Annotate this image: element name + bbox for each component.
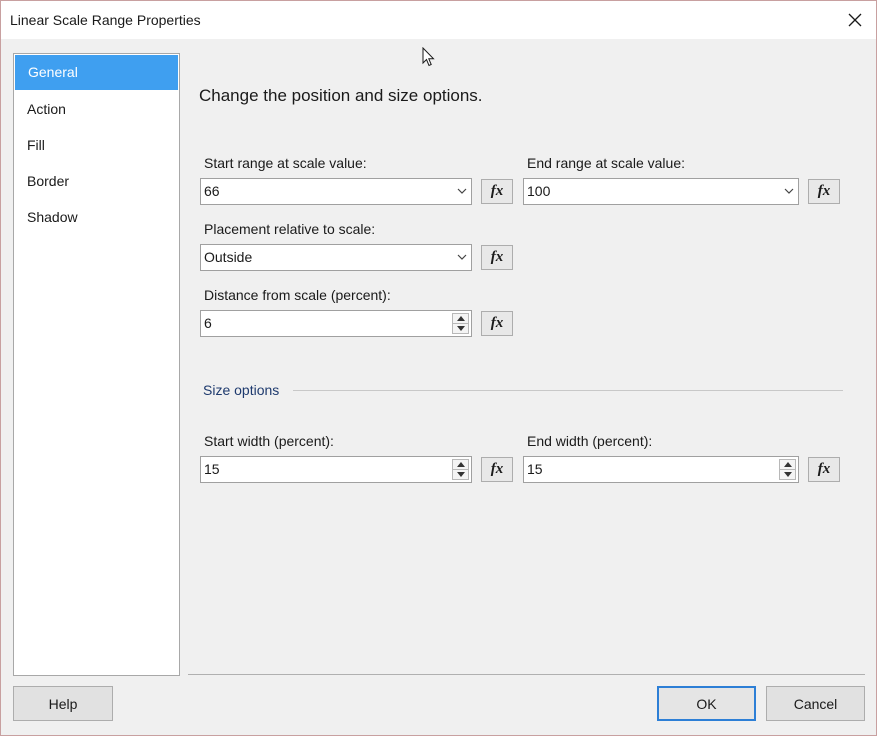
size-options-section-label: Size options bbox=[203, 382, 280, 398]
dialog-window: Linear Scale Range Properties General Ac… bbox=[0, 0, 877, 736]
start-range-combobox[interactable]: 66 bbox=[200, 178, 472, 205]
increment-button[interactable] bbox=[452, 313, 469, 324]
sidebar-item-shadow[interactable]: Shadow bbox=[14, 199, 179, 235]
sidebar-item-action[interactable]: Action bbox=[14, 91, 179, 127]
start-width-expression-button[interactable]: fx bbox=[481, 457, 513, 482]
footer-divider bbox=[188, 674, 865, 675]
fx-icon: fx bbox=[817, 461, 831, 477]
close-icon bbox=[848, 13, 862, 27]
caret-up-icon bbox=[783, 462, 792, 467]
chevron-down-icon bbox=[784, 188, 794, 194]
end-range-label: End range at scale value: bbox=[527, 155, 685, 171]
decrement-button[interactable] bbox=[452, 324, 469, 334]
end-width-expression-button[interactable]: fx bbox=[808, 457, 840, 482]
distance-label: Distance from scale (percent): bbox=[204, 287, 391, 303]
end-width-spinner bbox=[779, 459, 796, 480]
caret-down-icon bbox=[456, 472, 465, 477]
mouse-cursor-icon bbox=[422, 47, 435, 67]
start-width-spinner bbox=[452, 459, 469, 480]
sidebar-item-fill[interactable]: Fill bbox=[14, 127, 179, 163]
ok-button[interactable]: OK bbox=[657, 686, 756, 721]
cancel-button[interactable]: Cancel bbox=[766, 686, 865, 721]
distance-spinbox[interactable]: 6 bbox=[200, 310, 472, 337]
fx-icon: fx bbox=[490, 461, 504, 477]
distance-value: 6 bbox=[204, 315, 212, 331]
decrement-button[interactable] bbox=[452, 470, 469, 480]
start-range-expression-button[interactable]: fx bbox=[481, 179, 513, 204]
increment-button[interactable] bbox=[779, 459, 796, 470]
close-button[interactable] bbox=[840, 5, 870, 35]
start-width-value: 15 bbox=[204, 461, 220, 477]
window-title: Linear Scale Range Properties bbox=[10, 12, 201, 28]
page-heading: Change the position and size options. bbox=[199, 86, 483, 105]
caret-up-icon bbox=[456, 462, 465, 467]
fx-icon: fx bbox=[490, 249, 504, 265]
placement-expression-button[interactable]: fx bbox=[481, 245, 513, 270]
end-width-label: End width (percent): bbox=[527, 433, 653, 449]
placement-label: Placement relative to scale: bbox=[204, 221, 376, 237]
end-range-expression-button[interactable]: fx bbox=[808, 179, 840, 204]
start-width-label: Start width (percent): bbox=[204, 433, 334, 449]
sidebar-item-general[interactable]: General bbox=[15, 55, 178, 90]
start-range-value: 66 bbox=[204, 183, 220, 199]
placement-value: Outside bbox=[204, 249, 253, 265]
help-button[interactable]: Help bbox=[13, 686, 113, 721]
end-width-spinbox[interactable]: 15 bbox=[523, 456, 799, 483]
section-divider bbox=[293, 390, 843, 391]
sidebar-nav: General Action Fill Border Shadow bbox=[13, 53, 180, 676]
title-bar: Linear Scale Range Properties bbox=[1, 1, 876, 39]
end-range-value: 100 bbox=[527, 183, 551, 199]
fx-icon: fx bbox=[817, 183, 831, 199]
distance-spinner bbox=[452, 313, 469, 334]
chevron-down-icon bbox=[457, 254, 467, 260]
caret-up-icon bbox=[456, 316, 465, 321]
placement-combobox[interactable]: Outside bbox=[200, 244, 472, 271]
start-range-label: Start range at scale value: bbox=[204, 155, 367, 171]
fx-icon: fx bbox=[490, 183, 504, 199]
sidebar-item-border[interactable]: Border bbox=[14, 163, 179, 199]
decrement-button[interactable] bbox=[779, 470, 796, 480]
caret-down-icon bbox=[783, 472, 792, 477]
end-range-combobox[interactable]: 100 bbox=[523, 178, 799, 205]
start-width-spinbox[interactable]: 15 bbox=[200, 456, 472, 483]
distance-expression-button[interactable]: fx bbox=[481, 311, 513, 336]
chevron-down-icon bbox=[457, 188, 467, 194]
caret-down-icon bbox=[456, 326, 465, 331]
fx-icon: fx bbox=[490, 315, 504, 331]
end-width-value: 15 bbox=[527, 461, 543, 477]
increment-button[interactable] bbox=[452, 459, 469, 470]
